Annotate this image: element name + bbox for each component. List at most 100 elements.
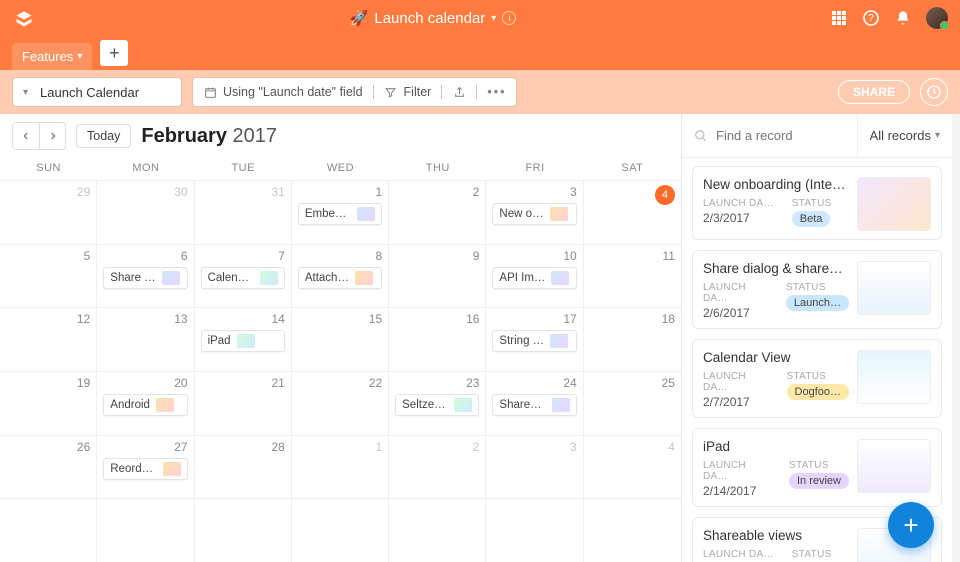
calendar-event[interactable]: Seltzer…	[395, 394, 479, 416]
calendar-event[interactable]: Sharea…	[492, 394, 576, 416]
calendar-cell[interactable]: 8Attach…	[292, 244, 389, 308]
calendar-cell[interactable]: 23Seltzer…	[389, 371, 486, 435]
filter-button[interactable]: Filter	[373, 85, 442, 99]
day-number: 31	[201, 185, 285, 199]
today-button[interactable]: Today	[76, 124, 131, 148]
calendar-cell[interactable]: 22	[292, 371, 389, 435]
calendar-event[interactable]: Android	[103, 394, 187, 416]
calendar-event[interactable]: API Im…	[492, 267, 576, 289]
calendar-cell[interactable]: 1Embed…	[292, 180, 389, 244]
calendar-cell[interactable]: 4	[584, 435, 681, 499]
calendar-cell[interactable]: 17String …	[486, 307, 583, 371]
chevron-down-icon: ▾	[77, 51, 82, 62]
day-number: 21	[201, 376, 285, 390]
calendar-event[interactable]: iPad	[201, 330, 285, 352]
base-emoji: 🚀	[350, 9, 369, 27]
bell-icon[interactable]	[894, 9, 912, 27]
calendar-cell[interactable]: 15	[292, 307, 389, 371]
calendar-cell[interactable]: 30	[97, 180, 194, 244]
calendar-cell[interactable]: 3	[486, 435, 583, 499]
calendar-cell[interactable]: 13	[97, 307, 194, 371]
add-record-fab[interactable]: +	[888, 502, 934, 548]
calendar-cell[interactable]	[584, 498, 681, 562]
calendar-cell[interactable]: 31	[195, 180, 292, 244]
record-search[interactable]	[682, 128, 857, 143]
next-month-button[interactable]	[39, 123, 65, 149]
calendar-event[interactable]: Attach…	[298, 267, 382, 289]
calendar-cell[interactable]: 21	[195, 371, 292, 435]
calendar-cell[interactable]	[0, 498, 97, 562]
calendar-event[interactable]: Embed…	[298, 203, 382, 225]
share-button[interactable]: SHARE	[838, 80, 910, 104]
calendar-cell[interactable]	[486, 498, 583, 562]
share-icon	[452, 85, 466, 99]
record-card[interactable]: Share dialog & shared …LAUNCH DA…2/6/201…	[692, 250, 942, 329]
calendar-cell[interactable]: 2	[389, 435, 486, 499]
info-icon[interactable]: i	[502, 11, 516, 25]
records-filter-label: All records	[870, 128, 931, 143]
calendar-cell[interactable]: 27Reorde…	[97, 435, 194, 499]
calendar-cell[interactable]: 3New o…	[486, 180, 583, 244]
calendar-cell[interactable]: 4	[584, 180, 681, 244]
event-title: Android	[110, 399, 150, 411]
calendar-cell[interactable]: 24Sharea…	[486, 371, 583, 435]
calendar-cell[interactable]	[97, 498, 194, 562]
view-picker[interactable]: ▾ Launch Calendar	[12, 77, 182, 107]
calendar-cell[interactable]: 7Calend…	[195, 244, 292, 308]
calendar-cell[interactable]: 18	[584, 307, 681, 371]
calendar-cell[interactable]: 1	[292, 435, 389, 499]
calendar-cell[interactable]: 14iPad	[195, 307, 292, 371]
calendar-cell[interactable]: 9	[389, 244, 486, 308]
calendar-cell[interactable]: 29	[0, 180, 97, 244]
apps-grid-icon[interactable]	[830, 9, 848, 27]
calendar-cell[interactable]: 5	[0, 244, 97, 308]
record-card[interactable]: iPadLAUNCH DA…2/14/2017STATUSIn review	[692, 428, 942, 507]
calendar-cell[interactable]: 2	[389, 180, 486, 244]
base-title[interactable]: 🚀 Launch calendar ▾ i	[36, 9, 830, 27]
month-year: 2017	[233, 125, 278, 147]
event-title: New o…	[499, 208, 543, 220]
calendar-event[interactable]: String …	[492, 330, 576, 352]
prev-month-button[interactable]	[13, 123, 39, 149]
day-number: 3	[492, 440, 576, 454]
sidebar-top: All records ▾	[682, 114, 952, 158]
more-options-button[interactable]: •••	[476, 85, 516, 99]
calendar-cell[interactable]: 19	[0, 371, 97, 435]
day-number: 2	[395, 185, 479, 199]
share-view-button[interactable]	[441, 85, 476, 99]
date-field-chip[interactable]: Using "Launch date" field	[193, 85, 373, 99]
record-card[interactable]: New onboarding (Inter…LAUNCH DA…2/3/2017…	[692, 166, 942, 240]
calendar-cell[interactable]: 28	[195, 435, 292, 499]
records-filter-dropdown[interactable]: All records ▾	[857, 114, 952, 157]
tab-features[interactable]: Features ▾	[12, 43, 92, 70]
calendar-cell[interactable]: 11	[584, 244, 681, 308]
scrollbar[interactable]	[952, 114, 960, 562]
calendar-cell[interactable]: 10API Im…	[486, 244, 583, 308]
calendar-event[interactable]: Share …	[103, 267, 187, 289]
calendar-cell[interactable]: 20Android	[97, 371, 194, 435]
event-title: Sharea…	[499, 399, 545, 411]
event-title: Embed…	[305, 208, 351, 220]
add-table-button[interactable]: +	[100, 40, 128, 66]
calendar-event[interactable]: Calend…	[201, 267, 285, 289]
field-label: LAUNCH DA…	[703, 198, 774, 209]
calendar-cell[interactable]	[389, 498, 486, 562]
search-input[interactable]	[716, 128, 845, 143]
calendar-cell[interactable]: 6Share …	[97, 244, 194, 308]
calendar-cell[interactable]: 16	[389, 307, 486, 371]
help-icon[interactable]: ?	[862, 9, 880, 27]
history-button[interactable]	[920, 78, 948, 106]
calendar-cell[interactable]: 25	[584, 371, 681, 435]
calendar-cell[interactable]	[195, 498, 292, 562]
avatar[interactable]	[926, 7, 948, 29]
day-number: 5	[6, 249, 90, 263]
calendar-event[interactable]: Reorde…	[103, 458, 187, 480]
calendar-cell[interactable]	[292, 498, 389, 562]
calendar-cell[interactable]: 26	[0, 435, 97, 499]
record-card[interactable]: Calendar ViewLAUNCH DA…2/7/2017STATUSDog…	[692, 339, 942, 418]
calendar-cell[interactable]: 12	[0, 307, 97, 371]
day-number: 2	[395, 440, 479, 454]
app-logo-icon[interactable]	[12, 6, 36, 30]
field-label: STATUS	[787, 371, 849, 382]
calendar-event[interactable]: New o…	[492, 203, 576, 225]
